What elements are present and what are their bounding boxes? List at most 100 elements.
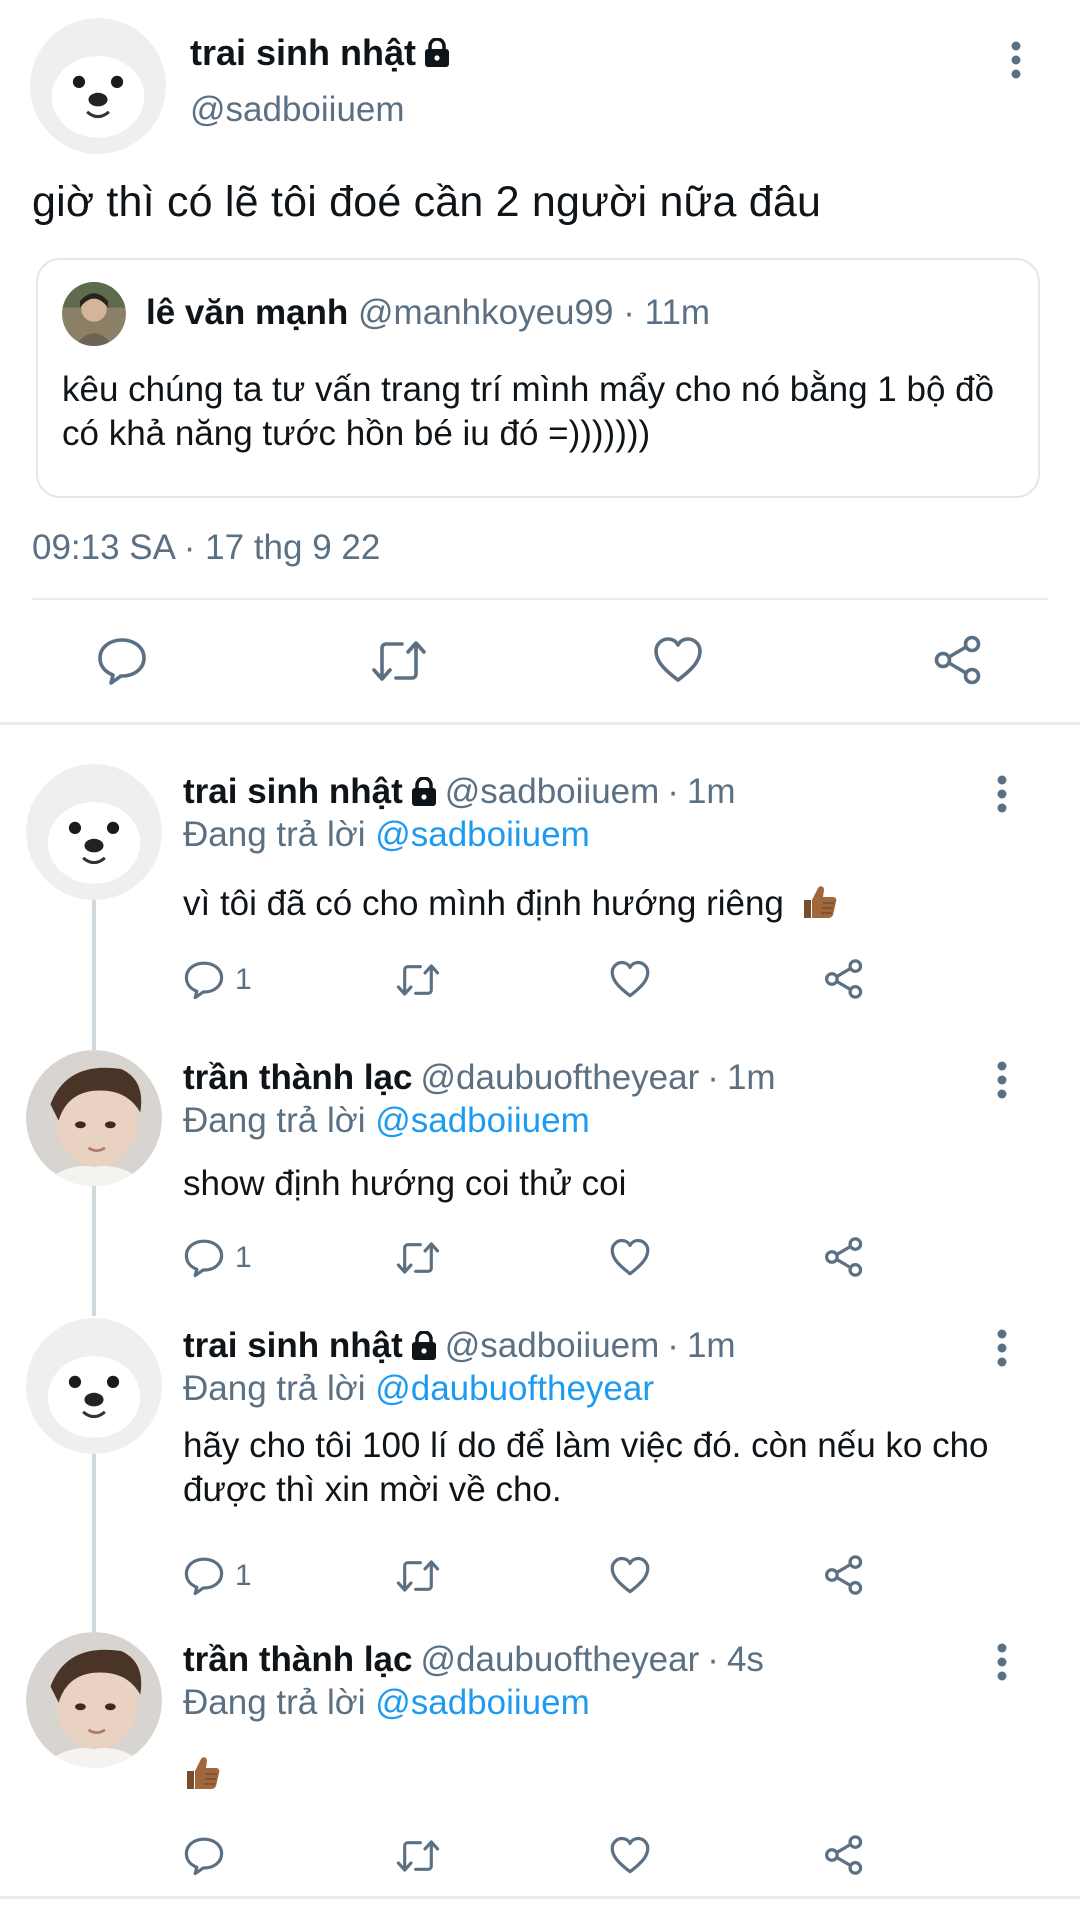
- reply-icon: [183, 960, 225, 1000]
- reply-text: vì tôi đã có cho mình định hướng riêng: [183, 882, 1023, 932]
- replying-to-handle[interactable]: @sadboiiuem: [375, 1101, 590, 1140]
- reply-tweet[interactable]: trần thành lạc @daubuoftheyear · 4s Đang…: [0, 1632, 1080, 1892]
- like-button[interactable]: [609, 1836, 651, 1875]
- author-handle[interactable]: @daubuoftheyear: [420, 1640, 699, 1680]
- quote-time: 11m: [644, 293, 711, 332]
- tweet-text: giờ thì có lẽ tôi đoé cần 2 người nữa đâ…: [32, 178, 822, 226]
- retweet-icon: [395, 962, 441, 998]
- retweet-icon: [395, 1838, 441, 1874]
- reply-button[interactable]: [183, 1836, 225, 1876]
- separator-dot: ·: [667, 772, 679, 811]
- like-button[interactable]: [652, 636, 704, 684]
- more-icon[interactable]: [996, 774, 1008, 814]
- share-button[interactable]: [932, 634, 984, 686]
- reply-tweet[interactable]: trai sinh nhật @sadboiiuem · 1m Đang trả…: [0, 1318, 1080, 1618]
- avatar[interactable]: [26, 1318, 162, 1454]
- share-icon: [823, 958, 865, 1000]
- reply-text: [183, 1754, 1023, 1803]
- quoted-tweet[interactable]: lê văn mạnh @manhkoyeu99 · 11m kêu chúng…: [36, 258, 1040, 498]
- reply-icon: [183, 1238, 225, 1278]
- reply-text: show định hướng coi thử coi: [183, 1164, 627, 1203]
- like-icon: [609, 1238, 651, 1277]
- replying-to-handle[interactable]: @sadboiiuem: [375, 1683, 590, 1722]
- reply-icon: [183, 1836, 225, 1876]
- dog-avatar-icon: [26, 764, 162, 900]
- share-button[interactable]: [823, 958, 865, 1000]
- retweet-button[interactable]: [370, 638, 428, 684]
- reply-button[interactable]: [96, 636, 148, 686]
- tweet-timestamp: 09:13 SA · 17 thg 9 22: [32, 528, 381, 567]
- reply-text: hãy cho tôi 100 lí do để làm việc đó. cò…: [183, 1426, 989, 1509]
- more-icon[interactable]: [1010, 40, 1022, 80]
- reply-header: trần thành lạc @daubuoftheyear · 1m: [183, 1058, 776, 1098]
- author-handle[interactable]: @sadboiiuem: [445, 1326, 660, 1366]
- author-handle[interactable]: @daubuoftheyear: [420, 1058, 699, 1098]
- reply-header: trai sinh nhật @sadboiiuem · 1m: [183, 772, 736, 812]
- lock-icon: [411, 777, 437, 807]
- reply-count: 1: [235, 1559, 252, 1592]
- reply-button[interactable]: 1: [183, 1556, 252, 1596]
- author-name[interactable]: trai sinh nhật: [190, 32, 416, 74]
- reply-time: 1m: [686, 1326, 736, 1365]
- avatar: [62, 282, 126, 346]
- thumbs-up-icon: [183, 1754, 221, 1803]
- main-tweet: trai sinh nhật @sadboiiuem giờ thì có lẽ…: [0, 0, 1080, 723]
- like-button[interactable]: [609, 1556, 651, 1595]
- retweet-button[interactable]: [395, 1838, 441, 1874]
- divider: [0, 1896, 1080, 1899]
- like-button[interactable]: [609, 1238, 651, 1277]
- separator-dot: ·: [623, 293, 635, 332]
- retweet-button[interactable]: [395, 1240, 441, 1276]
- like-icon: [609, 1556, 651, 1595]
- dog-avatar-icon: [30, 18, 166, 154]
- more-icon[interactable]: [996, 1328, 1008, 1368]
- replying-to: Đang trả lời @sadboiiuem: [183, 1101, 590, 1141]
- reply-button[interactable]: 1: [183, 1238, 252, 1278]
- author-name[interactable]: trai sinh nhật: [183, 772, 403, 812]
- avatar[interactable]: [26, 1050, 162, 1186]
- reply-header: trai sinh nhật @sadboiiuem · 1m: [183, 1326, 736, 1366]
- share-button[interactable]: [823, 1554, 865, 1596]
- separator-dot: ·: [667, 1326, 679, 1365]
- replying-to: Đang trả lời @daubuoftheyear: [183, 1369, 654, 1409]
- retweet-button[interactable]: [395, 962, 441, 998]
- avatar[interactable]: [26, 764, 162, 900]
- author-name[interactable]: trần thành lạc: [183, 1640, 412, 1680]
- section-divider: [0, 722, 1080, 725]
- reply-header: trần thành lạc @daubuoftheyear · 4s: [183, 1640, 764, 1680]
- share-button[interactable]: [823, 1834, 865, 1876]
- author-name[interactable]: trần thành lạc: [183, 1058, 412, 1098]
- share-icon: [823, 1834, 865, 1876]
- like-icon: [609, 960, 651, 999]
- replying-to-handle[interactable]: @sadboiiuem: [375, 815, 590, 854]
- like-button[interactable]: [609, 960, 651, 999]
- reply-text-content: vì tôi đã có cho mình định hướng riêng: [183, 884, 784, 923]
- more-icon[interactable]: [996, 1642, 1008, 1682]
- retweet-button[interactable]: [395, 1558, 441, 1594]
- reply-icon: [96, 636, 148, 686]
- reply-tweet[interactable]: trần thành lạc @daubuoftheyear · 1m Đang…: [0, 1050, 1080, 1300]
- share-icon: [823, 1236, 865, 1278]
- replying-to-handle[interactable]: @daubuoftheyear: [375, 1369, 654, 1408]
- reply-icon: [183, 1556, 225, 1596]
- quote-author-name: lê văn mạnh: [146, 293, 349, 332]
- share-button[interactable]: [823, 1236, 865, 1278]
- divider: [32, 598, 1048, 600]
- reply-tweet[interactable]: trai sinh nhật @sadboiiuem · 1m Đang trả…: [0, 764, 1080, 1024]
- dog-avatar-icon: [26, 1318, 162, 1454]
- retweet-icon: [395, 1240, 441, 1276]
- replying-prefix: Đang trả lời: [183, 1101, 366, 1140]
- reply-button[interactable]: 1: [183, 960, 252, 1000]
- quote-text: kêu chúng ta tư vấn trang trí mình mẩy c…: [62, 370, 995, 453]
- retweet-icon: [370, 638, 428, 684]
- replying-prefix: Đang trả lời: [183, 1369, 366, 1408]
- quote-author-handle: @manhkoyeu99: [358, 293, 614, 332]
- person-avatar-icon: [26, 1050, 162, 1186]
- avatar[interactable]: [26, 1632, 162, 1768]
- more-icon[interactable]: [996, 1060, 1008, 1100]
- author-handle[interactable]: @sadboiiuem: [445, 772, 660, 812]
- replying-to: Đang trả lời @sadboiiuem: [183, 815, 590, 855]
- author-handle[interactable]: @sadboiiuem: [190, 90, 405, 130]
- avatar[interactable]: [30, 18, 166, 154]
- author-name[interactable]: trai sinh nhật: [183, 1326, 403, 1366]
